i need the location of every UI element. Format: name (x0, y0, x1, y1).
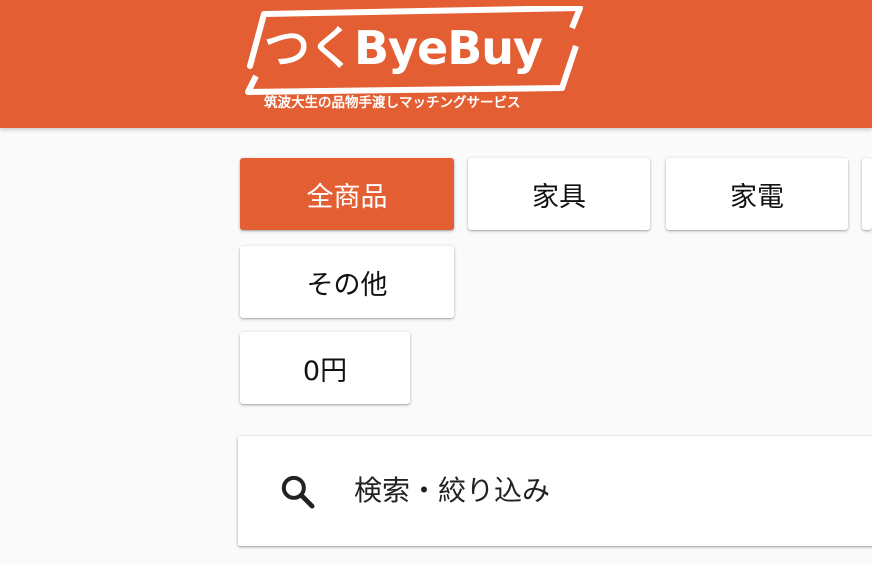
category-chip-appliances[interactable]: 家電 (666, 158, 848, 230)
logo-tagline: 筑波大生の品物手渡しマッチングサービス (264, 95, 521, 111)
category-chip-label: その他 (306, 269, 388, 301)
category-chip-label: 全商品 (306, 181, 388, 213)
site-logo[interactable]: つくByeBuy 筑波大生の品物手渡しマッチングサービス (242, 6, 588, 118)
category-chip-label: 家具 (532, 181, 586, 213)
app-header: つくByeBuy 筑波大生の品物手渡しマッチングサービス (0, 0, 872, 128)
category-chip-all[interactable]: 全商品 (240, 158, 454, 230)
category-chip-partial[interactable] (862, 158, 872, 230)
search-input[interactable] (354, 464, 854, 516)
category-chip-furniture[interactable]: 家具 (468, 158, 650, 230)
search-bar[interactable] (238, 436, 872, 546)
price-filter-free[interactable]: 0円 (240, 332, 410, 404)
category-chip-other[interactable]: その他 (240, 246, 454, 318)
price-filter-label: 0円 (302, 355, 348, 387)
logo-text: つくByeBuy (264, 21, 543, 75)
category-chip-label: 家電 (730, 181, 784, 213)
search-icon[interactable] (278, 472, 318, 512)
